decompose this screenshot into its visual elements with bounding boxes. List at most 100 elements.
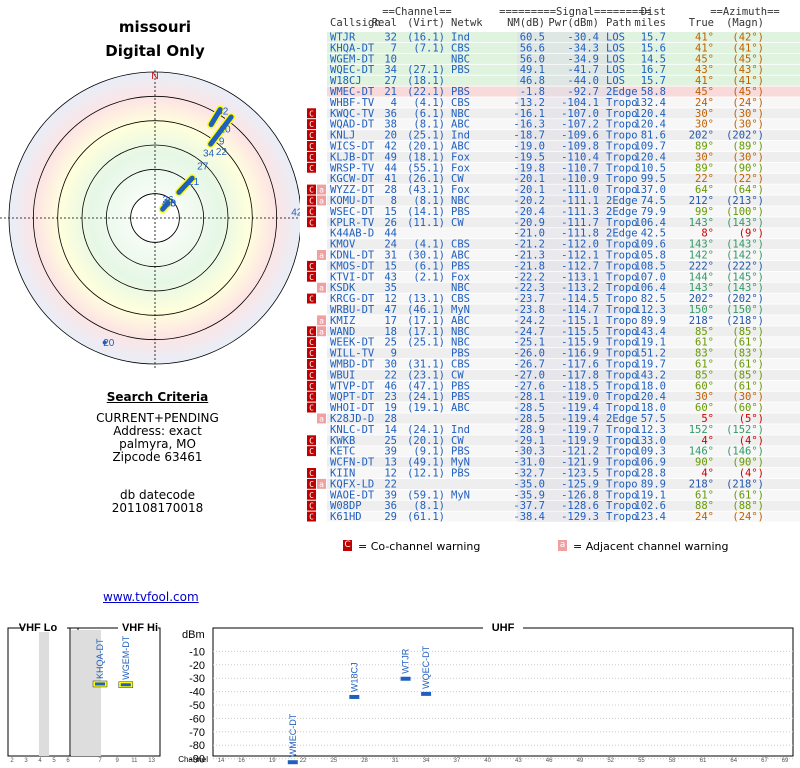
channel-tick: 64 — [730, 758, 737, 764]
station-label: 21 — [188, 177, 200, 188]
adjacent-channel-symbol: a — [319, 251, 324, 260]
channel-tick: 11 — [131, 758, 138, 764]
station-marker — [95, 682, 105, 686]
co-channel-symbol: C — [309, 447, 314, 456]
channel-tick: 4 — [38, 758, 42, 764]
col-path: Path — [606, 17, 631, 29]
channel-tick: 55 — [638, 758, 645, 764]
criteria-line: Zipcode 63461 — [112, 450, 203, 464]
station-dot — [102, 340, 107, 345]
row-real: 29 — [384, 511, 397, 523]
station-marker-label: WMEC-DT — [288, 713, 298, 757]
station-marker-label: W18CJ — [349, 662, 359, 692]
co-channel-symbol: C — [309, 513, 314, 522]
co-channel-symbol: C — [309, 273, 314, 282]
co-channel-symbol: C — [309, 436, 314, 445]
dbm-unit: dBm — [182, 629, 205, 641]
dbm-tick: -30 — [189, 673, 205, 685]
row-netwk: MyN — [451, 489, 470, 501]
dbm-tick: -20 — [189, 660, 205, 672]
channel-tick: 9 — [116, 758, 120, 764]
row-virt: (11.1) — [407, 217, 445, 229]
state-title: missouri — [118, 18, 192, 36]
channel-tick: 52 — [607, 758, 614, 764]
uhf-label: UHF — [492, 622, 515, 634]
station-marker — [120, 683, 131, 687]
station-marker-label: WGEM-DT — [121, 635, 131, 679]
polar-plot: TrueNorthN40384362127342291032424420 — [0, 68, 300, 368]
station-table: ==Channel== =========Signal=========Dist =… — [307, 6, 800, 523]
co-channel-symbol: C — [309, 502, 314, 511]
channel-tick: 6 — [66, 758, 70, 764]
channel-tick: 3 — [24, 758, 28, 764]
row-virt: (25.1) — [407, 337, 445, 349]
co-channel-symbol: C — [309, 164, 314, 173]
co-channel-text: = Co-channel warning — [358, 540, 481, 553]
co-channel-symbol: C — [309, 197, 314, 206]
station-marker — [421, 691, 432, 696]
channel-tick: 22 — [300, 758, 307, 764]
co-channel-symbol: C — [309, 491, 314, 500]
channel-tick: 49 — [577, 758, 584, 764]
co-channel-symbol: C — [309, 338, 314, 347]
row-virt: (7.1) — [413, 42, 445, 54]
channel-tick: 31 — [392, 758, 399, 764]
station-label: 34 — [203, 149, 215, 160]
station-label: 36 — [163, 195, 175, 206]
channel-tick: 25 — [330, 758, 337, 764]
tvfool-link[interactable]: www.tvfool.com — [103, 590, 199, 604]
adjacent-channel-symbol: a — [319, 284, 324, 293]
station-marker — [287, 760, 298, 765]
north-letter: N — [151, 71, 158, 82]
channel-tick: 2 — [10, 758, 14, 764]
station-label: 10 — [219, 124, 231, 135]
row-dist: 123.4 — [634, 511, 666, 523]
col-nm: NM(dB) — [507, 17, 545, 29]
channel-tick: 69 — [782, 758, 789, 764]
adjacent-channel-symbol: a — [319, 197, 324, 206]
dbm-tick: -70 — [189, 727, 205, 739]
adjacent-channel-symbol: a — [319, 480, 324, 489]
vhf-lo-label: VHF Lo — [19, 622, 58, 634]
co-channel-symbol: C — [309, 480, 314, 489]
co-channel-symbol: C — [309, 393, 314, 402]
co-channel-symbol: C — [309, 382, 314, 391]
co-channel-symbol: C — [309, 218, 314, 227]
channel-tick: 67 — [761, 758, 768, 764]
channel-tick: 58 — [669, 758, 676, 764]
adjacent-channel-symbol: a — [319, 186, 324, 195]
mode-title: Digital Only — [105, 42, 205, 60]
station-marker — [400, 676, 411, 681]
co-channel-symbol: C — [309, 371, 314, 380]
adjacent-channel-icon: a — [558, 540, 567, 551]
station-label: 22 — [216, 147, 228, 158]
station-marker-label: KHQA-DT — [95, 638, 105, 679]
dbm-tick: -50 — [189, 700, 205, 712]
search-criteria-lines: CURRENT+PENDING Address: exact palmyra, … — [70, 412, 245, 464]
channel-tick: 28 — [361, 758, 368, 764]
row-virt: (61.1) — [407, 511, 445, 523]
station-label: 9 — [219, 137, 225, 148]
co-channel-symbol: C — [309, 469, 314, 478]
station-marker-label: WQEC-DT — [421, 645, 431, 688]
co-channel-symbol: C — [309, 404, 314, 413]
channel-tick: 7 — [98, 758, 102, 764]
col-miles: miles — [634, 17, 666, 29]
channel-tick: 16 — [238, 758, 245, 764]
row-netwk: PBS — [451, 64, 470, 76]
channel-tick: 43 — [515, 758, 522, 764]
col-magn: (Magn) — [726, 17, 764, 29]
dbm-tick: -60 — [189, 713, 205, 725]
vhf-hi-label: VHF Hi — [122, 622, 158, 634]
adjacent-channel-text: = Adjacent channel warning — [573, 540, 729, 553]
adjacent-channel-symbol: a — [319, 327, 324, 336]
co-channel-symbol: C — [309, 360, 314, 369]
row-nm: -38.4 — [513, 511, 545, 523]
co-channel-icon: C — [343, 540, 352, 551]
station-marker-label: WTJR — [401, 648, 411, 673]
adjacent-channel-symbol: a — [319, 415, 324, 424]
channel-tick: 34 — [423, 758, 430, 764]
row-virt: (2.1) — [413, 271, 445, 283]
spectrum-chart: VHF Lo VHF HidBm-10-20-30-40-50-60-70-80-… — [7, 622, 794, 766]
channel-tick: 13 — [148, 758, 155, 764]
